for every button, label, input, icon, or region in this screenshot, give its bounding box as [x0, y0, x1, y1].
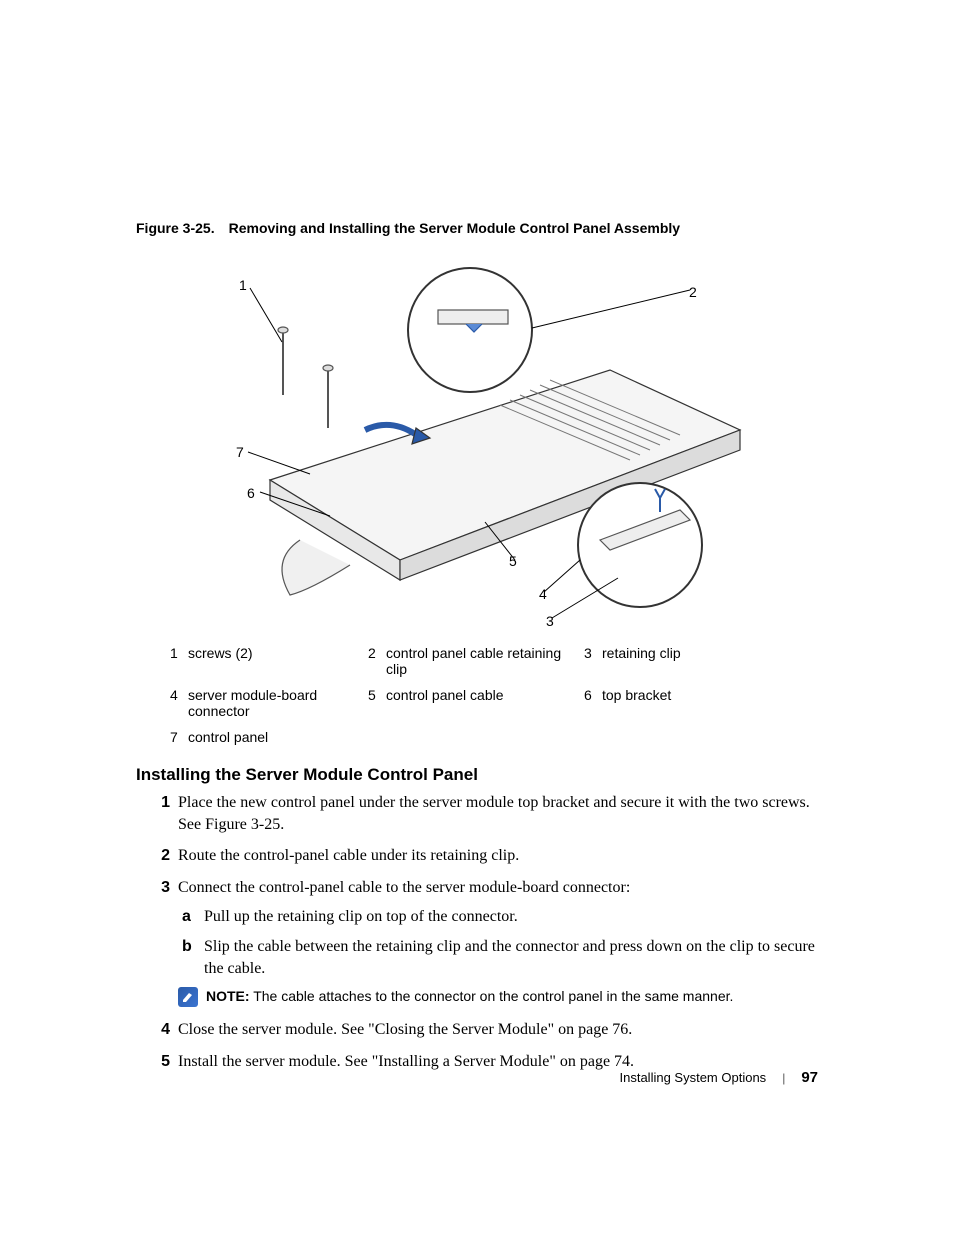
substep-text: Slip the cable between the retaining cli… — [204, 936, 828, 979]
procedure: 1 Place the new control panel under the … — [148, 792, 828, 1082]
legend-row: 1 screws (2) 2 control panel cable retai… — [170, 645, 762, 677]
legend-num: 2 — [368, 645, 386, 677]
step-number: 4 — [148, 1019, 178, 1041]
legend-text: screws (2) — [188, 645, 368, 677]
figure-title: Removing and Installing the Server Modul… — [229, 220, 680, 236]
section-heading: Installing the Server Module Control Pan… — [136, 765, 478, 785]
step: 1 Place the new control panel under the … — [148, 792, 828, 835]
substep-letter: b — [178, 936, 204, 979]
legend-num: 1 — [170, 645, 188, 677]
note-body: The cable attaches to the connector on t… — [250, 988, 734, 1004]
figure-caption: Figure 3-25. Removing and Installing the … — [136, 220, 680, 236]
legend-row: 7 control panel — [170, 729, 762, 745]
step: 3 Connect the control-panel cable to the… — [148, 877, 828, 1015]
legend-text: control panel — [188, 729, 368, 745]
substep-letter: a — [178, 906, 204, 928]
legend-text: top bracket — [602, 687, 762, 719]
note: NOTE: The cable attaches to the connecto… — [178, 987, 828, 1007]
legend-text: retaining clip — [602, 645, 762, 677]
note-text: NOTE: The cable attaches to the connecto… — [206, 987, 733, 1006]
page: Figure 3-25. Removing and Installing the … — [0, 0, 954, 1235]
legend-num: 5 — [368, 687, 386, 719]
legend-text: control panel cable — [386, 687, 584, 719]
figure-legend: 1 screws (2) 2 control panel cable retai… — [170, 645, 762, 755]
step-text: Place the new control panel under the se… — [178, 792, 828, 835]
step-number: 5 — [148, 1051, 178, 1073]
legend-num: 6 — [584, 687, 602, 719]
footer-separator: | — [782, 1071, 785, 1085]
step-number: 1 — [148, 792, 178, 835]
figure-illustration — [180, 260, 780, 620]
legend-text: server module-board connector — [188, 687, 368, 719]
note-icon — [178, 987, 198, 1007]
substep-text: Pull up the retaining clip on top of the… — [204, 906, 828, 928]
step-text: Connect the control-panel cable to the s… — [178, 877, 828, 1015]
step-text: Close the server module. See "Closing th… — [178, 1019, 828, 1041]
legend-num: 4 — [170, 687, 188, 719]
page-footer: Installing System Options | 97 — [620, 1069, 819, 1086]
step: 4 Close the server module. See "Closing … — [148, 1019, 828, 1041]
substep: a Pull up the retaining clip on top of t… — [178, 906, 828, 928]
step-text-span: Connect the control-panel cable to the s… — [178, 879, 630, 896]
note-label: NOTE: — [206, 988, 250, 1004]
step-number: 2 — [148, 845, 178, 867]
figure-label: Figure 3-25. — [136, 220, 215, 236]
legend-num: 3 — [584, 645, 602, 677]
substep: b Slip the cable between the retaining c… — [178, 936, 828, 979]
footer-section: Installing System Options — [620, 1070, 767, 1085]
legend-num: 7 — [170, 729, 188, 745]
step-number: 3 — [148, 877, 178, 1015]
step: 2 Route the control-panel cable under it… — [148, 845, 828, 867]
step-text: Route the control-panel cable under its … — [178, 845, 828, 867]
page-number: 97 — [801, 1069, 818, 1086]
legend-text: control panel cable retaining clip — [386, 645, 584, 677]
legend-row: 4 server module-board connector 5 contro… — [170, 687, 762, 719]
